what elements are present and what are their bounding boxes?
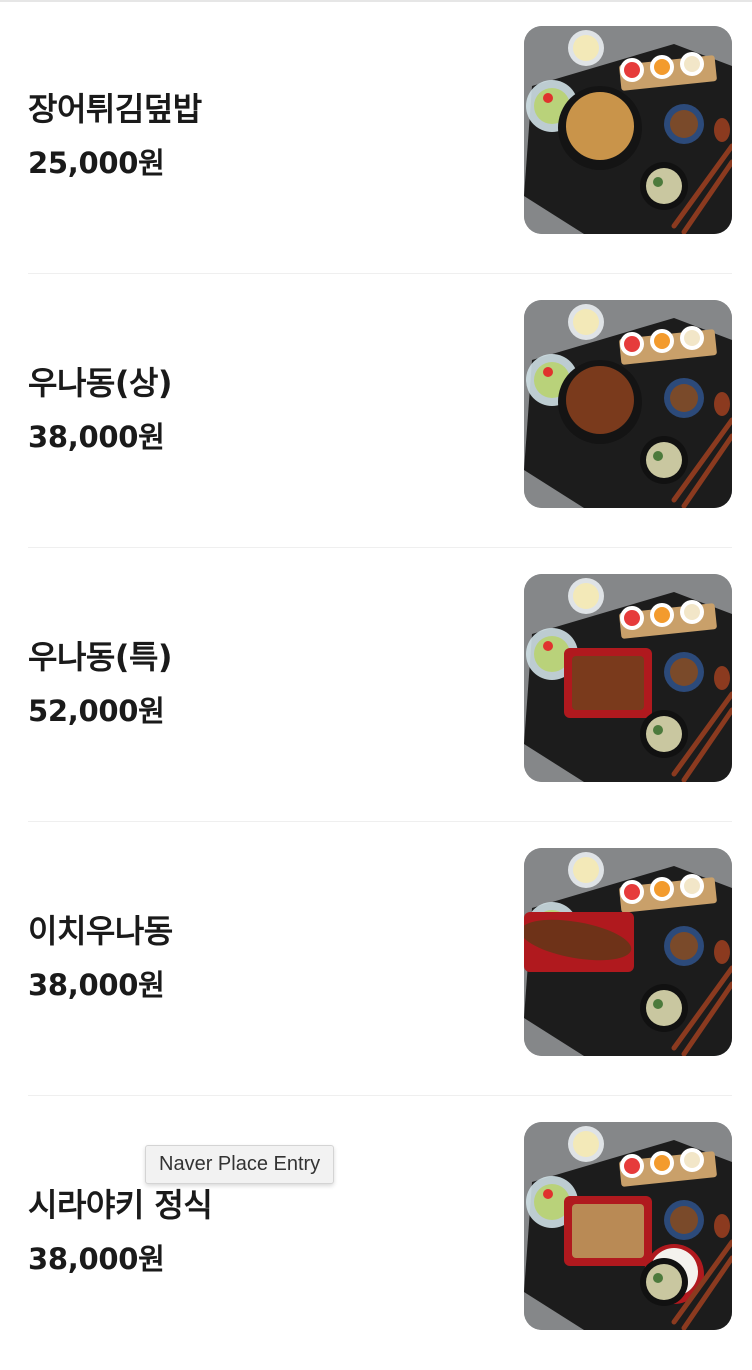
- menu-item[interactable]: 장어튀김덮밥 25,000원: [0, 0, 752, 274]
- menu-list: 장어튀김덮밥 25,000원 우나동(상) 38,000원 우나동(특) 52,…: [0, 0, 752, 1370]
- menu-item-photo[interactable]: [524, 574, 732, 782]
- menu-item-name: 이치우나동: [28, 912, 173, 950]
- menu-item[interactable]: 우나동(특) 52,000원: [0, 548, 752, 822]
- menu-item[interactable]: 우나동(상) 38,000원: [0, 274, 752, 548]
- menu-item-price: 25,000원: [28, 146, 165, 180]
- menu-item-photo[interactable]: [524, 848, 732, 1056]
- shirayaki-set-meal-photo: [524, 1122, 732, 1330]
- menu-item-price: 38,000원: [28, 968, 165, 1002]
- menu-item-name: 우나동(상): [28, 364, 173, 402]
- menu-item[interactable]: 시라야키 정식 38,000원: [0, 1096, 752, 1370]
- eel-rice-box-special-set-photo: [524, 574, 732, 782]
- menu-item-name: 우나동(특): [28, 638, 173, 676]
- menu-item-price: 52,000원: [28, 694, 165, 728]
- tooltip: Naver Place Entry: [145, 1145, 335, 1184]
- menu-item[interactable]: 이치우나동 38,000원: [0, 822, 752, 1096]
- menu-item-photo[interactable]: [524, 300, 732, 508]
- whole-eel-rice-set-photo: [524, 848, 732, 1056]
- eel-rice-bowl-premium-set-photo: [524, 300, 732, 508]
- menu-item-photo[interactable]: [524, 26, 732, 234]
- tempura-rice-bowl-set-photo: [524, 26, 732, 234]
- menu-item-name: 장어튀김덮밥: [28, 90, 202, 128]
- menu-item-photo[interactable]: [524, 1122, 732, 1330]
- menu-item-name: 시라야키 정식: [28, 1186, 213, 1224]
- menu-item-price: 38,000원: [28, 1242, 165, 1276]
- menu-item-price: 38,000원: [28, 420, 165, 454]
